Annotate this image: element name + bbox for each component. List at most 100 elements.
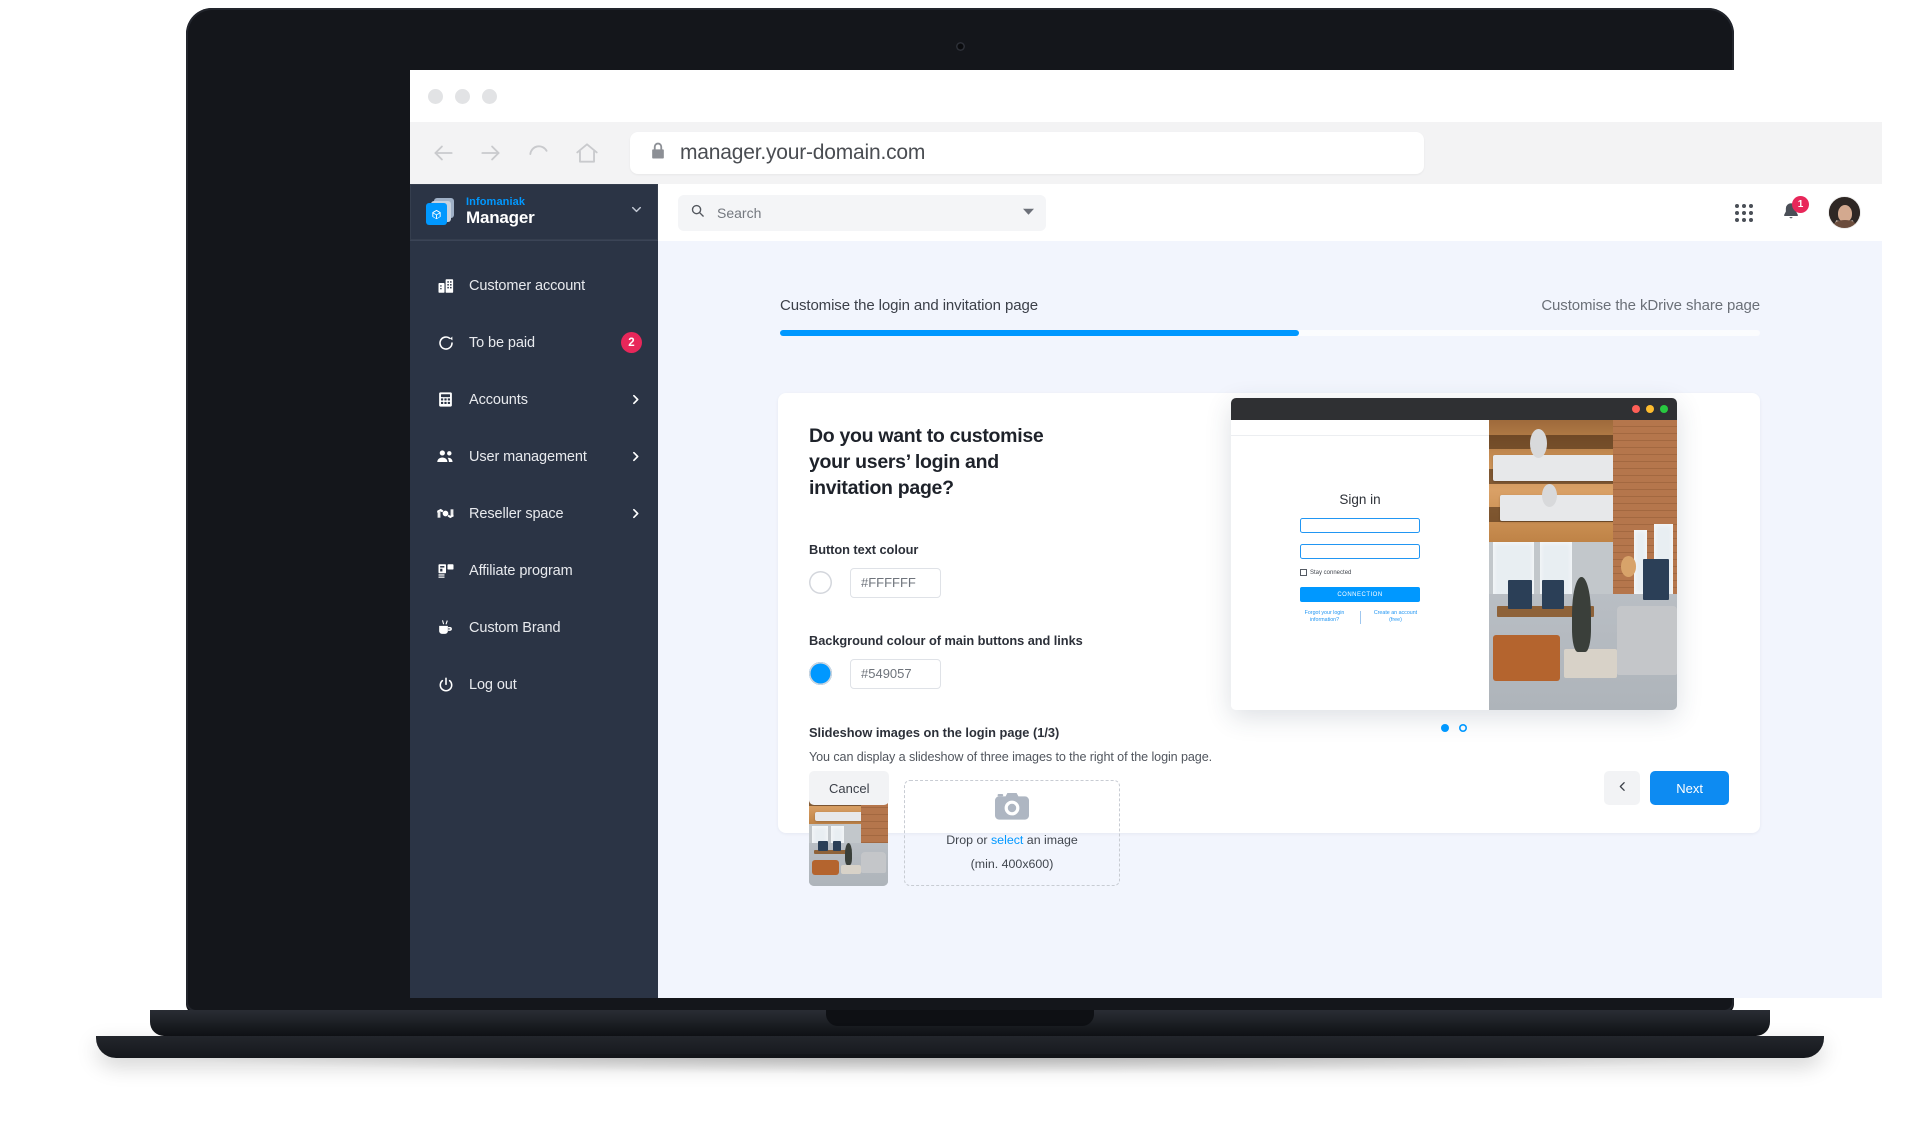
browser-titlebar <box>410 70 1882 122</box>
preview-password-field[interactable] <box>1300 544 1420 559</box>
wizard-stepper: Customise the login and invitation page … <box>780 297 1760 336</box>
sidebar-item-log-out[interactable]: Log out <box>410 656 658 713</box>
dropzone-suffix: an image <box>1023 833 1078 848</box>
preview-forgot-link[interactable]: Forgot your login information? <box>1299 610 1351 624</box>
url-bar[interactable]: manager.your-domain.com <box>630 132 1424 174</box>
search-placeholder: Search <box>717 204 762 221</box>
chevron-right-icon <box>629 450 642 463</box>
cancel-button[interactable]: Cancel <box>809 771 890 805</box>
search-input[interactable]: Search <box>678 194 1046 231</box>
preview-connection-button[interactable]: CONNECTION <box>1300 587 1420 602</box>
button-text-colour-row <box>809 567 1229 598</box>
chevron-right-icon <box>629 507 642 520</box>
preview-window-controls <box>1632 405 1668 413</box>
sidebar-item-custom-brand[interactable]: Custom Brand <box>410 599 658 656</box>
sidebar-item-label: User management <box>469 448 587 465</box>
lock-icon <box>648 141 668 166</box>
laptop-screen: manager.your-domain.com Infomaniak Manag… <box>410 70 1882 998</box>
laptop-lid: manager.your-domain.com Infomaniak Manag… <box>186 8 1882 1012</box>
browser-toolbar: manager.your-domain.com <box>410 122 1882 184</box>
brand-product: Manager <box>466 207 535 227</box>
sidebar-item-label: Log out <box>469 676 517 693</box>
users-icon <box>436 447 455 466</box>
sidebar: Infomaniak Manager Customer account To b… <box>410 184 658 998</box>
login-page-preview: Sign in Stay connected CONNECTION Forgot… <box>1231 398 1677 732</box>
background-colour-row <box>809 658 1229 689</box>
dropzone-instruction: Drop or select an image <box>946 832 1078 848</box>
sidebar-item-affiliate-program[interactable]: Affiliate program <box>410 542 658 599</box>
step-label-login-page[interactable]: Customise the login and invitation page <box>780 297 1038 314</box>
dropzone-select-link[interactable]: select <box>991 833 1023 847</box>
webcam-icon <box>955 42 965 51</box>
preview-stay-connected-checkbox[interactable]: Stay connected <box>1300 569 1420 576</box>
sidebar-item-to-be-paid[interactable]: To be paid 2 <box>410 314 658 371</box>
brand-switcher[interactable]: Infomaniak Manager <box>410 184 658 241</box>
affiliate-chart-icon <box>436 561 455 580</box>
chevron-down-icon[interactable] <box>1023 204 1034 222</box>
home-icon[interactable] <box>570 136 604 170</box>
search-icon <box>690 203 705 223</box>
preview-helper-links: Forgot your login information? Create an… <box>1295 610 1425 624</box>
divider <box>1231 435 1489 436</box>
preview-login-panel: Sign in Stay connected CONNECTION Forgot… <box>1231 420 1489 710</box>
laptop-notch <box>826 1010 1094 1026</box>
dropzone-prefix: Drop or <box>946 833 991 848</box>
background-colour-label: Background colour of main buttons and li… <box>809 632 1083 648</box>
paint-brush-cup-icon <box>436 618 455 637</box>
reload-icon[interactable] <box>522 136 556 170</box>
preview-create-account-link[interactable]: Create an account (free) <box>1370 610 1422 624</box>
preview-signin-form: Sign in Stay connected CONNECTION Forgot… <box>1231 492 1489 624</box>
preview-browser-window: Sign in Stay connected CONNECTION Forgot… <box>1231 398 1677 710</box>
sidebar-item-reseller-space[interactable]: Reseller space <box>410 485 658 542</box>
progress-fill <box>780 330 1300 336</box>
carousel-dot-inactive[interactable] <box>1459 724 1467 732</box>
slideshow-description: You can display a slideshow of three ima… <box>809 749 1212 764</box>
avatar[interactable] <box>1829 197 1860 228</box>
background-colour-input[interactable] <box>850 658 941 689</box>
refresh-arrow-icon <box>436 333 455 352</box>
preview-carousel-dots <box>1231 724 1677 732</box>
application-viewport: Infomaniak Manager Customer account To b… <box>410 184 1882 998</box>
infomaniak-cube-logo <box>426 198 454 226</box>
dropzone-min-size: (min. 400x600) <box>970 856 1054 871</box>
bell-icon[interactable]: 1 <box>1780 195 1809 225</box>
wizard-card: Do you want to customise your users’ log… <box>778 393 1760 886</box>
forward-arrow-icon[interactable] <box>474 136 508 170</box>
topbar-actions: 1 <box>1735 195 1860 228</box>
preview-slideshow-image <box>1489 420 1677 710</box>
preview-email-field[interactable] <box>1300 518 1420 533</box>
next-button[interactable]: Next <box>1650 771 1729 805</box>
chevron-right-icon <box>629 393 642 406</box>
slideshow-heading: Slideshow images on the login page (1/3) <box>809 724 1060 740</box>
window-maximize-button[interactable] <box>482 88 497 104</box>
previous-step-button[interactable] <box>1604 771 1641 805</box>
page-title: Do you want to customise your users’ log… <box>809 425 1044 499</box>
step-label-kdrive-share[interactable]: Customise the kDrive share page <box>1541 297 1760 314</box>
carousel-dot-active[interactable] <box>1441 724 1449 732</box>
topbar: Search 1 <box>658 184 1882 241</box>
power-icon <box>436 675 455 694</box>
divider <box>1359 610 1361 624</box>
sidebar-item-label: To be paid <box>469 334 535 351</box>
preview-titlebar <box>1231 398 1677 420</box>
preview-signin-title: Sign in <box>1339 492 1381 507</box>
sidebar-item-accounts[interactable]: Accounts <box>410 371 658 428</box>
laptop-shadow <box>140 1054 1780 1074</box>
sidebar-item-user-management[interactable]: User management <box>410 428 658 485</box>
window-close-button[interactable] <box>428 88 443 104</box>
preview-page-body: Sign in Stay connected CONNECTION Forgot… <box>1231 420 1677 710</box>
sidebar-item-label: Custom Brand <box>469 619 561 636</box>
wizard-nav-buttons: Next <box>1604 771 1729 805</box>
colour-swatch-button-text[interactable] <box>809 571 832 595</box>
button-text-colour-label: Button text colour <box>809 541 919 557</box>
window-minimize-button[interactable] <box>455 88 470 104</box>
checkbox-icon <box>1300 569 1307 576</box>
sidebar-item-customer-account[interactable]: Customer account <box>410 257 658 314</box>
preview-stay-connected-label: Stay connected <box>1310 569 1352 576</box>
back-arrow-icon[interactable] <box>426 136 460 170</box>
chevron-down-icon[interactable] <box>629 202 644 222</box>
colour-swatch-background[interactable] <box>809 662 832 686</box>
apps-grid-icon[interactable] <box>1735 203 1753 222</box>
button-text-colour-input[interactable] <box>850 567 941 598</box>
url-text: manager.your-domain.com <box>680 141 926 164</box>
